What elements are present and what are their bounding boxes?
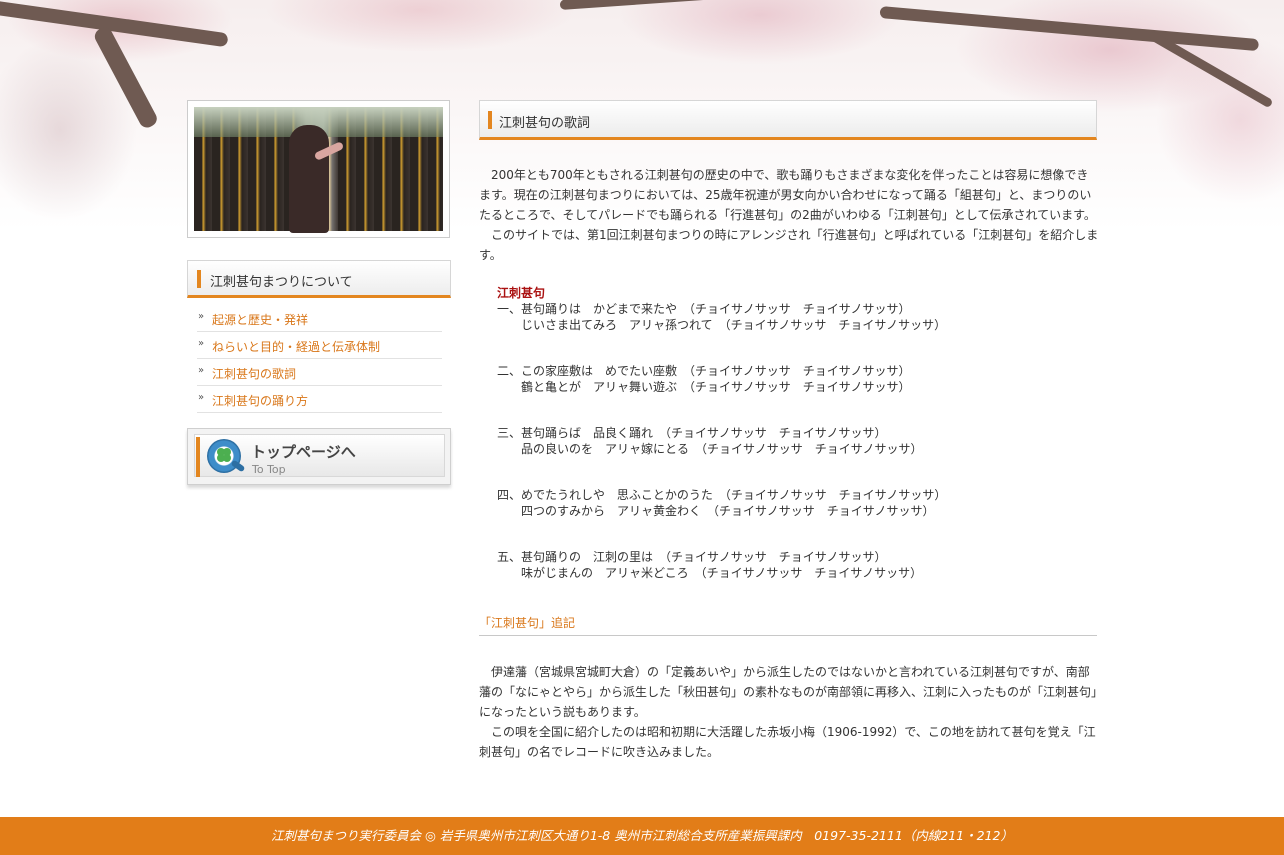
postscript-heading-text: 「江刺甚句」追記 [479,616,576,630]
verse-line: 四つのすみから アリャ黄金わく （チョイサノサッサ チョイサノサッサ） [521,504,935,518]
sidebar-item-label[interactable]: 起源と歴史・発祥 [212,311,308,328]
page-title: 江刺甚句の歌詞 [499,116,591,131]
verse-line: 鶴と亀とが アリャ舞い遊ぶ （チョイサノサッサ チョイサノサッサ） [521,380,911,394]
chevron-right-icon: » [198,338,205,349]
sidebar-heading: 江刺甚句まつりについて [187,260,451,298]
sidebar-item-dance[interactable]: » 江刺甚句の踊り方 [197,387,442,413]
footer: 江刺甚句まつり実行委員会 ◎ 岩手県奥州市江刺区大通り1-8 奥州市江刺総合支所… [0,817,1284,855]
festival-photo [194,107,443,233]
sidebar-item-label[interactable]: 江刺甚句の歌詞 [212,365,296,382]
sidebar-item-label[interactable]: 江刺甚句の踊り方 [212,392,308,409]
q-clover-icon [207,439,246,473]
sidebar-menu: » 起源と歴史・発祥 » ねらいと目的・経過と伝承体制 » 江刺甚句の歌詞 » … [197,306,442,414]
sidebar-item-origin-history[interactable]: » 起源と歴史・発祥 [197,306,442,332]
to-top-title: トップページへ [251,443,356,461]
page-title-bar: 江刺甚句の歌詞 [479,100,1097,140]
verse-line: 四、めでたうれしや 思ふことかのうた （チョイサノサッサ チョイサノサッサ） [497,488,947,502]
verse-line: 三、甚句踊らば 品良く踊れ （チョイサノサッサ チョイサノサッサ） [497,426,887,440]
footer-text: 江刺甚句まつり実行委員会 ◎ 岩手県奥州市江刺区大通り1-8 奥州市江刺総合支所… [270,828,1013,843]
heading-accent-bar [197,270,201,288]
to-top-button[interactable]: トップページへ To Top [187,428,451,485]
verse-line: 五、甚句踊りの 江刺の里は （チョイサノサッサ チョイサノサッサ） [497,550,887,564]
verse-line: 味がじまんの アリャ米どころ （チョイサノサッサ チョイサノサッサ） [521,566,923,580]
lyrics-verse: 二、この家座敷は めでたい座敷 （チョイサノサッサ チョイサノサッサ） 鶴と亀と… [497,363,1097,395]
verse-line: 二、この家座敷は めでたい座敷 （チョイサノサッサ チョイサノサッサ） [497,364,911,378]
chevron-right-icon: » [198,311,205,322]
festival-photo-frame [187,100,450,238]
postscript-text: 伊達藩（宮城県宮城町大倉）の「定義あいや」から派生したのではないかと言われている… [479,662,1097,762]
postscript-heading: 「江刺甚句」追記 [479,612,1097,636]
postscript-paragraph: 伊達藩（宮城県宮城町大倉）の「定義あいや」から派生したのではないかと言われている… [479,665,1098,719]
lyrics-verse: 五、甚句踊りの 江刺の里は （チョイサノサッサ チョイサノサッサ） 味がじまんの… [497,549,1097,581]
sidebar-item-purpose[interactable]: » ねらいと目的・経過と伝承体制 [197,333,442,359]
sidebar-heading-text: 江刺甚句まつりについて [210,275,353,290]
lyrics-block: 江刺甚句 一、甚句踊りは かどまで来たや （チョイサノサッサ チョイサノサッサ）… [497,285,1097,611]
lyrics-verse: 三、甚句踊らば 品良く踊れ （チョイサノサッサ チョイサノサッサ） 品の良いのを… [497,425,1097,457]
lyrics-verse: 四、めでたうれしや 思ふことかのうた （チョイサノサッサ チョイサノサッサ） 四… [497,487,1097,519]
verse-line: 品の良いのを アリャ嫁にとる （チョイサノサッサ チョイサノサッサ） [521,442,923,456]
chevron-right-icon: » [198,365,205,376]
intro-text: 200年とも700年ともされる江刺甚句の歴史の中で、歌も踊りもさまざまな変化を伴… [479,165,1099,265]
button-accent-bar [196,437,200,477]
sidebar-item-label[interactable]: ねらいと目的・経過と伝承体制 [212,338,380,355]
lyrics-verse: 一、甚句踊りは かどまで来たや （チョイサノサッサ チョイサノサッサ） じいさま… [497,301,1097,333]
lyrics-title: 江刺甚句 [497,286,546,300]
to-top-subtitle: To Top [252,463,286,476]
postscript-paragraph: この唄を全国に紹介したのは昭和初期に大活躍した赤坂小梅（1906-1992）で、… [479,725,1096,759]
chevron-right-icon: » [198,392,205,403]
sidebar-item-lyrics[interactable]: » 江刺甚句の歌詞 [197,360,442,386]
verse-line: 一、甚句踊りは かどまで来たや （チョイサノサッサ チョイサノサッサ） [497,302,911,316]
intro-paragraph: このサイトでは、第1回江刺甚句まつりの時にアレンジされ「行進甚句」と呼ばれている… [479,228,1099,262]
intro-paragraph: 200年とも700年ともされる江刺甚句の歴史の中で、歌も踊りもさまざまな変化を伴… [479,168,1096,222]
verse-line: じいさま出てみろ アリャ孫つれて （チョイサノサッサ チョイサノサッサ） [521,318,947,332]
heading-accent-bar [488,111,492,129]
